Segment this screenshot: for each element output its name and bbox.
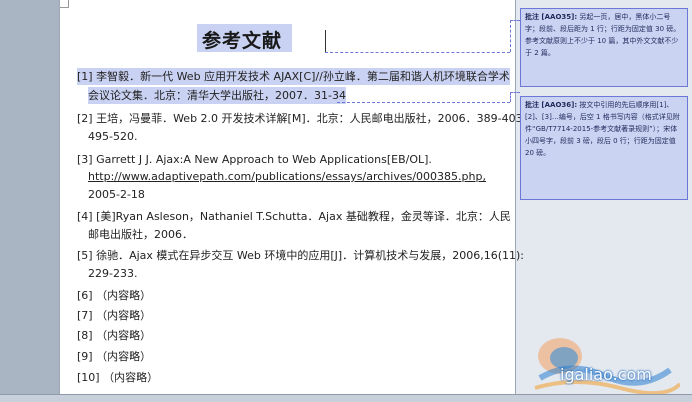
reference-3-line-3[interactable]: 2005-2-18 bbox=[88, 186, 145, 203]
reference-3-link[interactable]: http://www.adaptivepath.com/publications… bbox=[88, 168, 486, 185]
reference-8[interactable]: [8] （内容略） bbox=[77, 327, 151, 344]
reference-7[interactable]: [7] （内容略） bbox=[77, 307, 151, 324]
comment-leader-line bbox=[325, 52, 510, 53]
comment-leader-line bbox=[510, 92, 520, 93]
page-corner-mark bbox=[60, 0, 69, 8]
comment-balloon-1[interactable]: 批注 [AAO35]: 另起一页，居中，黑体小二号字；段前、段后距为 1 行；行… bbox=[520, 8, 688, 87]
comment-text: 按文中引用的先后顺序用[1]、[2]、[3]…编号，后空 1 格书写内容（格式详… bbox=[525, 101, 680, 157]
reference-4-line-1[interactable]: [4] [美]Ryan Asleson，Nathaniel T.Schutta．… bbox=[77, 208, 511, 225]
reference-1-line-1[interactable]: [1] 李智毅．新一代 Web 应用开发技术 AJAX[C]//孙立峰．第二届和… bbox=[77, 68, 510, 85]
watermark-url: igaliao.com bbox=[560, 365, 652, 384]
reference-3-url[interactable]: http://www.adaptivepath.com/publications… bbox=[88, 170, 486, 183]
reference-5-line-2[interactable]: 229-233. bbox=[88, 265, 137, 282]
comment-label: 批注 [AAO36]: bbox=[525, 101, 578, 109]
comment-leader-line bbox=[510, 20, 511, 52]
comment-leader-line bbox=[337, 102, 510, 103]
comment-anchor-mark bbox=[325, 30, 326, 52]
reference-1-line-2[interactable]: 会议论文集．北京：清华大学出版社，2007．31-34 bbox=[88, 87, 346, 104]
reference-5-line-1[interactable]: [5] 徐驰．Ajax 模式在异步交互 Web 环境中的应用[J]．计算机技术与… bbox=[77, 247, 524, 264]
watermark-logo bbox=[534, 338, 680, 396]
reference-9[interactable]: [9] （内容略） bbox=[77, 348, 151, 365]
reference-3-line-1[interactable]: [3] Garrett J J. Ajax:A New Approach to … bbox=[77, 151, 432, 168]
reference-10[interactable]: [10] （内容略） bbox=[77, 369, 158, 386]
comment-leader-line bbox=[510, 20, 520, 21]
comment-leader-line bbox=[510, 92, 511, 102]
reference-2-line-2[interactable]: 495-520. bbox=[88, 128, 137, 145]
reference-6[interactable]: [6] （内容略） bbox=[77, 287, 151, 304]
comment-balloon-2[interactable]: 批注 [AAO36]: 按文中引用的先后顺序用[1]、[2]、[3]…编号，后空… bbox=[520, 96, 688, 200]
reference-4-line-2[interactable]: 邮电出版社，2006． bbox=[88, 226, 193, 243]
reference-2-line-1[interactable]: [2] 王培，冯曼菲．Web 2.0 开发技术详解[M]．北京：人民邮电出版社，… bbox=[77, 110, 534, 127]
page-title[interactable]: 参考文献 bbox=[197, 24, 293, 52]
comment-label: 批注 [AAO35]: bbox=[525, 13, 578, 21]
